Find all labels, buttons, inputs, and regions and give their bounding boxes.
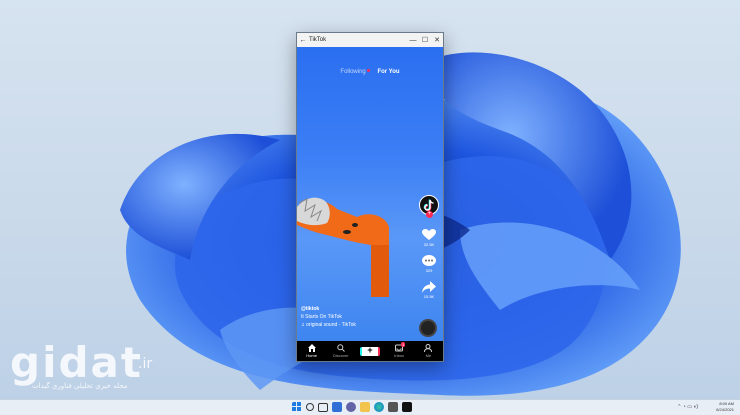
video-player[interactable]: Following For You + 32.5K 329 15.5K @tik… xyxy=(297,47,443,341)
new-indicator-dot xyxy=(366,69,370,72)
create-icon xyxy=(359,345,380,356)
tab-me-label: Me xyxy=(425,353,432,358)
task-view-icon[interactable] xyxy=(318,403,328,412)
tab-for-you[interactable]: For You xyxy=(377,69,399,75)
edge-icon[interactable] xyxy=(374,402,384,412)
tab-inbox[interactable]: Inbox 1 xyxy=(385,342,413,358)
comment-action[interactable]: 329 xyxy=(419,255,439,273)
video-caption: @tiktok It Starts On TikTok ♫ original s… xyxy=(301,305,356,329)
tiktok-icon[interactable] xyxy=(402,402,412,412)
tab-home-label: Home xyxy=(306,353,317,358)
share-action[interactable]: 15.5K xyxy=(419,281,439,299)
tab-inbox-label: Inbox xyxy=(394,353,405,358)
widgets-icon[interactable] xyxy=(332,402,342,412)
tab-create[interactable] xyxy=(356,345,384,356)
profile-icon xyxy=(424,344,433,352)
teams-chat-icon[interactable] xyxy=(346,402,356,412)
comment-icon xyxy=(422,255,436,266)
watermark-tld: .ir xyxy=(138,356,153,372)
windows-start-icon[interactable] xyxy=(292,402,302,412)
bottom-tab-bar: Home Discover Inbox 1 Me xyxy=(297,341,443,361)
share-count: 15.5K xyxy=(423,294,435,299)
heart-icon xyxy=(422,229,436,240)
follow-plus-icon[interactable]: + xyxy=(426,211,433,218)
comment-count: 329 xyxy=(425,268,433,273)
window-titlebar[interactable]: ← TikTok — ☐ ✕ xyxy=(297,33,443,47)
store-icon[interactable] xyxy=(388,402,398,412)
tab-following[interactable]: Following xyxy=(340,69,370,75)
close-button[interactable]: ✕ xyxy=(431,36,443,44)
search-icon[interactable] xyxy=(306,403,314,411)
tiktok-window[interactable]: ← TikTok — ☐ ✕ Following For You + 32.5K… xyxy=(296,32,444,362)
search-icon xyxy=(337,344,345,352)
sound-row[interactable]: ♫ original sound - TikTok xyxy=(301,321,356,329)
share-arrow-icon xyxy=(422,281,436,293)
clock[interactable]: 8:00 AM 6/24/2021 xyxy=(716,401,734,413)
inbox-badge: 1 xyxy=(401,342,406,347)
tab-discover-label: Discover xyxy=(333,353,349,358)
taskbar: ⌃ ◔ ▭ ◖) 8:00 AM 6/24/2021 xyxy=(0,399,740,415)
window-title: TikTok xyxy=(309,37,327,43)
gidat-watermark: gidat .ir مجله خبری تحلیلی فناوری گیدات xyxy=(10,338,152,390)
creator-username[interactable]: @tiktok xyxy=(301,305,356,313)
creator-avatar[interactable]: + xyxy=(419,195,439,218)
file-explorer-icon[interactable] xyxy=(360,402,370,412)
feed-tabs: Following For You xyxy=(297,69,443,75)
system-tray-icons[interactable]: ⌃ ◔ ▭ ◖) xyxy=(677,404,698,410)
tab-me[interactable]: Me xyxy=(414,344,442,358)
clock-date: 6/24/2021 xyxy=(716,407,734,412)
home-icon xyxy=(307,344,316,352)
like-count: 32.5K xyxy=(423,242,435,247)
tab-discover[interactable]: Discover xyxy=(327,344,355,358)
back-button[interactable]: ← xyxy=(297,37,309,44)
like-action[interactable]: 32.5K xyxy=(419,229,439,247)
maximize-button[interactable]: ☐ xyxy=(419,36,431,44)
watermark-brand: gidat xyxy=(10,338,143,387)
watermark-tagline: مجله خبری تحلیلی فناوری گیدات xyxy=(32,382,128,390)
tab-home[interactable]: Home xyxy=(298,344,326,358)
video-content-figure xyxy=(297,197,389,297)
music-disc-icon[interactable] xyxy=(419,319,437,337)
action-sidebar: + 32.5K 329 15.5K xyxy=(419,195,439,307)
sound-name: original sound - TikTok xyxy=(306,322,356,328)
taskbar-icons xyxy=(292,402,412,412)
minimize-button[interactable]: — xyxy=(407,37,419,44)
video-description: It Starts On TikTok xyxy=(301,314,342,320)
